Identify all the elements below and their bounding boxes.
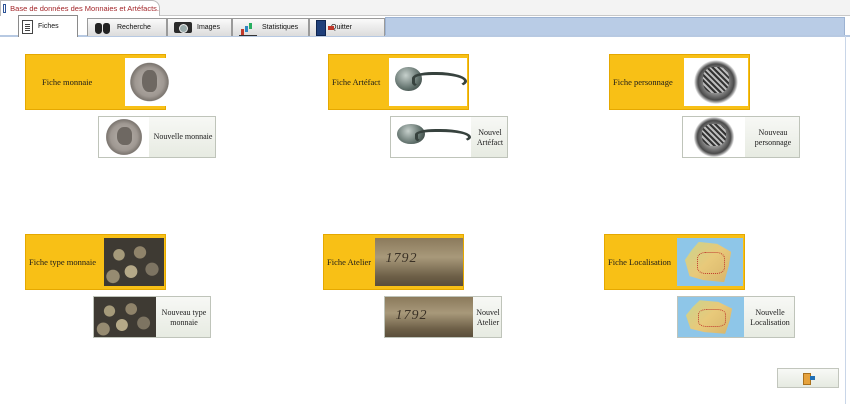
fiche-type-monnaie-button[interactable]: Fiche type monnaie [25,234,166,290]
coin-pile-image [104,238,164,286]
document-tab[interactable]: Base de données des Monnaies et Artéfact… [0,0,160,16]
nouvel-atelier-label: Nouvel Atelier [476,308,500,327]
nouvel-artefact-button[interactable]: Nouvel Artéfact [390,116,508,158]
form-border [845,36,846,404]
fiche-personnage-label: Fiche personnage [613,77,673,87]
exit-door-icon [316,19,334,36]
nouvelle-localisation-button[interactable]: Nouvelle Localisation [677,296,795,338]
fiche-artefact-button[interactable]: Fiche Artéfact [328,54,469,110]
bar-chart-icon [239,20,257,36]
france-map-image [677,238,743,286]
coin-portrait-image [125,58,174,106]
form-icon [3,4,7,13]
france-map-image [678,297,744,337]
document-list-icon [22,19,33,34]
coin-edge-image [375,238,463,286]
fiche-atelier-label: Fiche Atelier [327,257,372,267]
window-title: Base de données des Monnaies et Artéfact… [10,4,159,13]
fiche-atelier-button[interactable]: Fiche Atelier [323,234,464,290]
tab-strip-background [385,17,845,36]
fiche-localisation-button[interactable]: Fiche Localisation [604,234,745,290]
tab-label: Statistiques [262,24,299,31]
medal-portrait-image [683,117,745,157]
fibula-image [389,58,467,106]
nouvelle-localisation-label: Nouvelle Localisation [750,308,790,327]
nouveau-personnage-label: Nouveau personnage [754,128,792,147]
tab-recherche[interactable]: Recherche [87,18,167,36]
exit-door-icon [803,373,815,385]
medal-portrait-image [684,58,748,106]
nouveau-type-monnaie-button[interactable]: Nouveau type monnaie [93,296,211,338]
nouveau-personnage-button[interactable]: Nouveau personnage [682,116,800,158]
nouvelle-monnaie-button[interactable]: Nouvelle monnaie [98,116,216,158]
nouvelle-monnaie-label: Nouvelle monnaie [153,132,213,141]
nouveau-type-monnaie-label: Nouveau type monnaie [161,308,207,327]
camera-icon [174,22,192,33]
fibula-image [391,117,471,157]
tab-label: Quitter [331,24,353,31]
fiche-monnaie-button[interactable]: Fiche monnaie [25,54,174,110]
coin-pile-image [94,297,156,337]
coin-portrait-image [99,117,149,157]
tab-quitter[interactable]: Quitter [309,18,385,36]
coin-edge-image [385,297,473,337]
close-form-button[interactable] [777,368,839,388]
nouvel-artefact-label: Nouvel Artéfact [476,128,504,147]
tab-statistiques[interactable]: Statistiques [232,18,309,36]
nouvel-atelier-button[interactable]: Nouvel Atelier [384,296,502,338]
tab-label: Fiches [38,23,59,30]
fiche-personnage-button[interactable]: Fiche personnage [609,54,750,110]
fiche-monnaie-label: Fiche monnaie [42,77,93,87]
title-bar: Base de données des Monnaies et Artéfact… [0,0,850,16]
binoculars-icon [94,20,112,36]
tab-label: Images [197,24,220,31]
fiche-type-monnaie-label: Fiche type monnaie [29,257,97,267]
tab-fiches[interactable]: Fiches [18,15,78,37]
tab-label: Recherche [117,24,151,31]
tab-images[interactable]: Images [167,18,232,36]
fiche-localisation-label: Fiche Localisation [608,257,672,267]
fiche-artefact-label: Fiche Artéfact [332,77,381,87]
